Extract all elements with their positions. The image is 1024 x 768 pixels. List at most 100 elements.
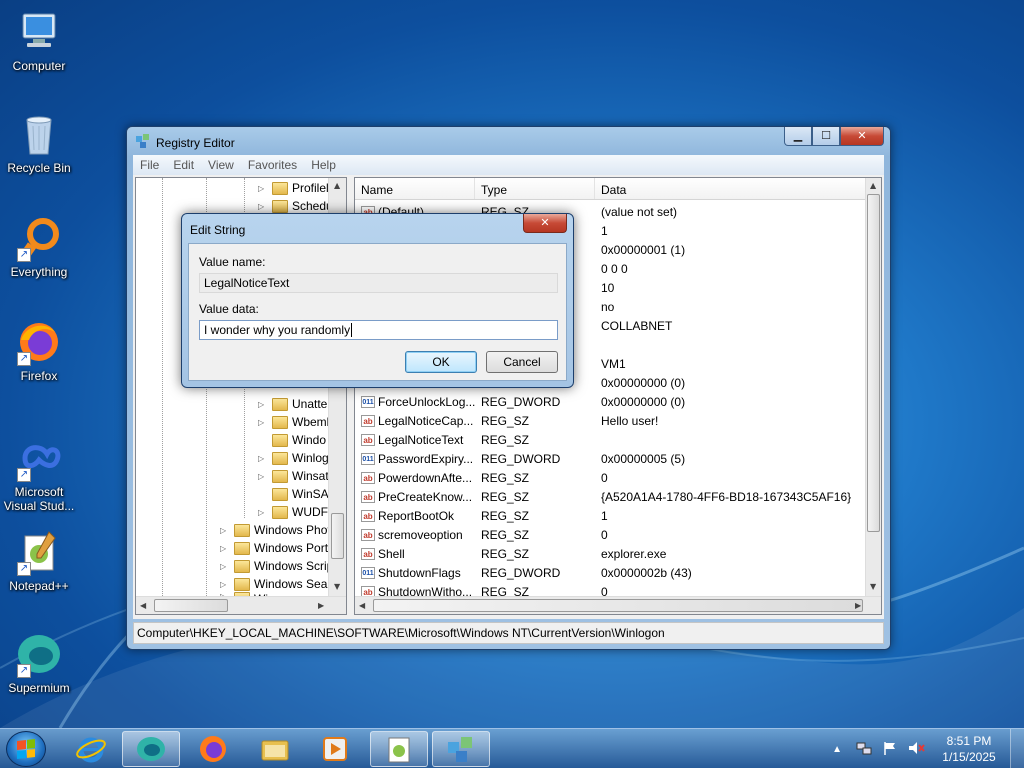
cancel-button[interactable]: Cancel	[486, 351, 558, 373]
action-center-flag-icon[interactable]	[882, 740, 898, 759]
desktop-icon-firefox[interactable]: ↗ Firefox	[2, 318, 76, 383]
scroll-down-arrow-icon[interactable]: ▼	[334, 582, 340, 591]
start-button[interactable]	[6, 731, 46, 767]
taskbar-firefox[interactable]	[184, 731, 242, 767]
registry-value-row[interactable]: 011 PasswordExpiry... REG_DWORD 0x00000005 …	[355, 449, 865, 468]
desktop-icon-computer[interactable]: Computer	[2, 8, 76, 73]
taskbar-file-explorer[interactable]	[246, 731, 304, 767]
scroll-right-arrow-icon[interactable]: ▶	[318, 601, 324, 610]
tree-item[interactable]: ▷ Windows Port	[220, 539, 328, 557]
expand-arrow-icon[interactable]: ▷	[220, 526, 230, 535]
supermium-icon: ↗	[15, 630, 63, 678]
registry-value-row[interactable]: ab Shell REG_SZ explorer.exe	[355, 544, 865, 563]
folder-icon	[272, 469, 288, 483]
registry-value-row[interactable]: 011 ShutdownFlags REG_DWORD 0x0000002b (43)	[355, 563, 865, 582]
tree-item[interactable]: ▷ Windows Sear	[220, 575, 331, 593]
show-desktop-button[interactable]	[1010, 729, 1024, 768]
windows-logo-icon	[17, 739, 35, 759]
expand-arrow-icon[interactable]: ▷	[220, 580, 230, 589]
registry-value-row[interactable]: ab LegalNoticeText REG_SZ	[355, 430, 865, 449]
value-data-input[interactable]: I wonder why you randomly	[199, 320, 558, 340]
value-data: 0 0 0	[601, 261, 628, 276]
expand-arrow-icon[interactable]: ▷	[258, 418, 268, 427]
desktop-icon-recycle-bin[interactable]: Recycle Bin	[2, 110, 76, 175]
expand-arrow-icon[interactable]: ▷	[258, 472, 268, 481]
list-vertical-scrollbar[interactable]: ▲ ▼	[865, 178, 881, 596]
maximize-button[interactable]: ☐	[812, 127, 840, 146]
show-hidden-icons-arrow-icon[interactable]: ▲	[832, 744, 842, 755]
desktop-icon-everything[interactable]: ↗ Everything	[2, 214, 76, 279]
expand-arrow-icon[interactable]: ▷	[258, 202, 268, 211]
scrollbar-thumb[interactable]	[154, 599, 228, 612]
tree-item[interactable]: Windo	[258, 431, 326, 449]
tree-item[interactable]: ▷ WUDF	[258, 503, 328, 521]
network-icon[interactable]	[856, 740, 872, 759]
dialog-close-button[interactable]: ✕	[523, 214, 567, 233]
registry-value-row[interactable]: ab PowerdownAfte... REG_SZ 0	[355, 468, 865, 487]
tree-item-selected[interactable]: ▷ Winlog	[258, 449, 329, 467]
registry-editor-icon	[135, 133, 151, 152]
folder-icon	[234, 541, 250, 555]
registry-value-row[interactable]: 011 ForceUnlockLog... REG_DWORD 0x00000000 …	[355, 392, 865, 411]
taskbar-supermium[interactable]	[122, 731, 180, 767]
expand-arrow-icon[interactable]: ▷	[258, 454, 268, 463]
tree-item[interactable]: ▷ Profilel	[258, 179, 329, 197]
desktop-icon-notepad-plus-plus[interactable]: ↗ Notepad++	[2, 528, 76, 593]
scrollbar-thumb[interactable]	[331, 513, 344, 559]
close-button[interactable]: ✕	[840, 127, 884, 146]
expand-arrow-icon[interactable]: ▷	[220, 562, 230, 571]
column-header-data[interactable]: Data	[595, 178, 865, 199]
menu-view[interactable]: View	[201, 155, 241, 175]
column-header-type[interactable]: Type	[475, 178, 595, 199]
scrollbar-thumb[interactable]	[867, 194, 880, 532]
minimize-button[interactable]: ▁	[784, 127, 812, 146]
expand-arrow-icon[interactable]: ▷	[258, 508, 268, 517]
taskbar-notepad-plus-plus[interactable]	[370, 731, 428, 767]
column-header-name[interactable]: Name	[355, 178, 475, 199]
value-data: no	[601, 299, 615, 314]
registry-value-row[interactable]: ab LegalNoticeCap... REG_SZ Hello user!	[355, 411, 865, 430]
taskbar-internet-explorer[interactable]	[62, 731, 120, 767]
clock[interactable]: 8:51 PM 1/15/2025	[934, 733, 1004, 765]
tree-item[interactable]: ▷ Windows Scrip	[220, 557, 333, 575]
volume-muted-icon[interactable]	[908, 740, 926, 759]
tree-item[interactable]: ▷ Unatter	[258, 395, 331, 413]
expand-arrow-icon[interactable]: ▷	[258, 184, 268, 193]
scroll-right-arrow-icon[interactable]: ▶	[855, 601, 861, 610]
registry-value-row[interactable]: ab scremoveoption REG_SZ 0	[355, 525, 865, 544]
scroll-up-arrow-icon[interactable]: ▲	[870, 181, 876, 190]
shortcut-arrow-icon: ↗	[17, 664, 31, 678]
tree-item[interactable]: ▷ Windows Phot	[220, 521, 331, 539]
taskbar-registry-editor[interactable]	[432, 731, 490, 767]
menu-help[interactable]: Help	[304, 155, 343, 175]
scroll-down-arrow-icon[interactable]: ▼	[870, 582, 876, 591]
registry-value-row[interactable]: ab PreCreateKnow... REG_SZ {A520A1A4-1780-4…	[355, 487, 865, 506]
menu-file[interactable]: File	[133, 155, 166, 175]
supermium-icon	[137, 737, 165, 761]
scroll-left-arrow-icon[interactable]: ◀	[359, 601, 365, 610]
registry-value-row[interactable]: ab ReportBootOk REG_SZ 1	[355, 506, 865, 525]
menu-edit[interactable]: Edit	[166, 155, 201, 175]
desktop-icon-visual-studio[interactable]: ↗ Microsoft Visual Stud...	[2, 434, 76, 513]
value-data: {A520A1A4-1780-4FF6-BD18-167343C5AF16}	[601, 489, 852, 504]
string-value-icon: ab	[361, 547, 375, 560]
value-name: LegalNoticeText	[378, 432, 464, 447]
ok-button[interactable]: OK	[405, 351, 477, 373]
scroll-up-arrow-icon[interactable]: ▲	[334, 181, 340, 190]
tree-item[interactable]: WinSAT	[258, 485, 335, 503]
tree-item[interactable]: ▷ Winsat	[258, 467, 329, 485]
folder-icon	[272, 199, 288, 213]
tree-horizontal-scrollbar[interactable]: ◀ ▶	[136, 596, 346, 614]
value-data: 1	[601, 508, 608, 523]
menu-favorites[interactable]: Favorites	[241, 155, 304, 175]
expand-arrow-icon[interactable]: ▷	[258, 400, 268, 409]
tree-item[interactable]: ▷ Wbeml	[258, 413, 329, 431]
scrollbar-thumb[interactable]	[373, 599, 863, 612]
taskbar-media-player[interactable]	[306, 731, 364, 767]
desktop-icon-supermium[interactable]: ↗ Supermium	[2, 630, 76, 695]
folder-icon	[261, 740, 289, 761]
scroll-left-arrow-icon[interactable]: ◀	[140, 601, 146, 610]
list-horizontal-scrollbar[interactable]: ◀ ▶	[355, 596, 881, 614]
expand-arrow-icon[interactable]: ▷	[220, 544, 230, 553]
shortcut-arrow-icon: ↗	[17, 468, 31, 482]
